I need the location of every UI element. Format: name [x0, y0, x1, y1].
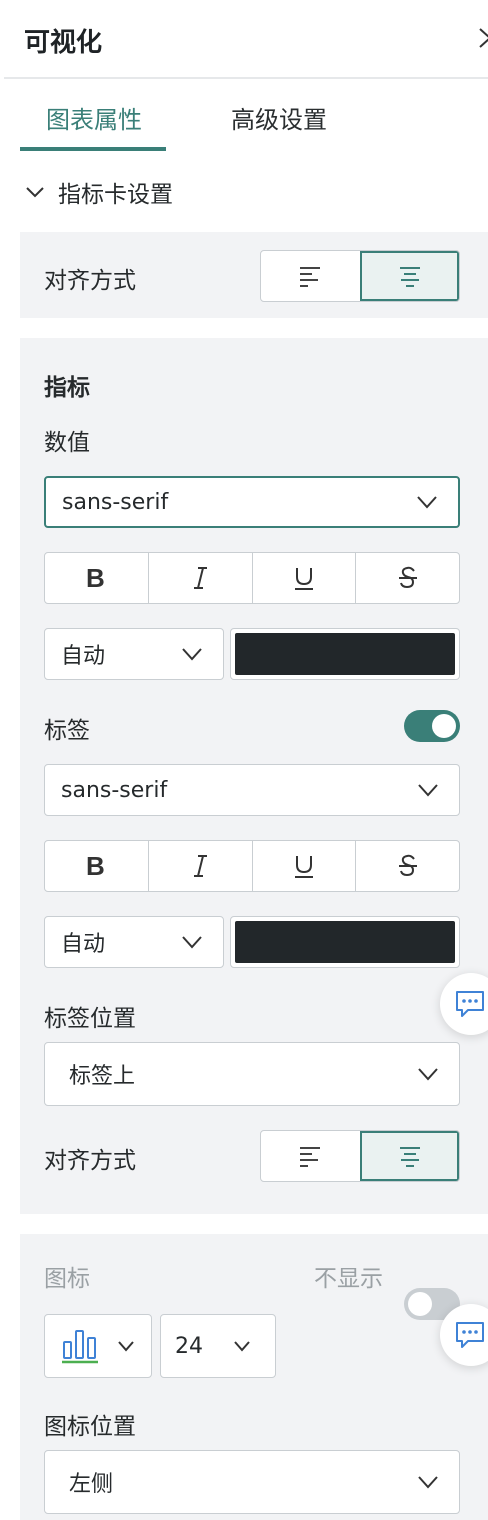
tag-font-value: sans-serif [61, 777, 168, 803]
chevron-down-icon [418, 1068, 438, 1081]
strikethrough-icon [398, 854, 417, 877]
icon-size-select[interactable]: 24 [160, 1314, 276, 1378]
align-center-button[interactable] [359, 1131, 459, 1181]
icon-position-label: 图标位置 [44, 1414, 136, 1440]
indicator-alignment-toggle [260, 1130, 460, 1182]
chat-icon [456, 991, 484, 1017]
tag-position-value: 标签上 [69, 1064, 136, 1089]
chevron-down-icon [26, 187, 44, 198]
value-label: 数值 [44, 430, 90, 456]
align-center-icon [399, 267, 420, 287]
tag-toggle[interactable] [404, 710, 460, 742]
close-icon [479, 28, 488, 48]
icon-size-value: 24 [175, 1333, 203, 1359]
icon-position-select[interactable]: 左侧 [44, 1450, 460, 1514]
value-color-picker[interactable] [230, 628, 460, 680]
strikethrough-button[interactable] [355, 553, 459, 603]
tag-label: 标签 [44, 718, 90, 744]
chevron-down-icon [234, 1341, 250, 1352]
icon-position-value: 左侧 [69, 1472, 114, 1497]
chat-icon [456, 1322, 484, 1348]
tab-chart-properties[interactable]: 图表属性 [46, 100, 142, 135]
tag-position-select[interactable]: 标签上 [44, 1042, 460, 1106]
value-size-value: 自动 [61, 644, 106, 669]
bold-button[interactable]: B [45, 841, 148, 891]
value-font-select[interactable]: sans-serif [44, 476, 460, 528]
underline-icon [294, 856, 313, 878]
align-left-icon [300, 1147, 321, 1167]
chevron-down-icon [417, 496, 437, 509]
underline-button[interactable] [251, 841, 356, 891]
tag-font-select[interactable]: sans-serif [44, 764, 460, 816]
chevron-down-icon [418, 784, 438, 797]
tag-color-picker[interactable] [230, 916, 460, 968]
indicator-title: 指标 [44, 375, 90, 401]
header-divider [4, 77, 488, 79]
tag-size-select[interactable]: 自动 [44, 916, 224, 968]
icon-type-select[interactable] [44, 1314, 152, 1378]
svg-text:B: B [86, 565, 105, 591]
bold-icon: B [86, 565, 105, 591]
strikethrough-button[interactable] [355, 841, 459, 891]
alignment-label: 对齐方式 [44, 268, 136, 294]
panel-title: 可视化 [24, 28, 103, 58]
align-center-icon [399, 1147, 420, 1167]
italic-button[interactable] [147, 841, 252, 891]
section-title: 指标卡设置 [58, 182, 173, 208]
align-left-button[interactable] [261, 251, 360, 301]
tag-size-value: 自动 [61, 932, 106, 957]
value-color-swatch [235, 633, 455, 675]
bold-button[interactable]: B [45, 553, 148, 603]
icon-section-title: 图标 [44, 1266, 90, 1292]
close-button[interactable] [474, 22, 488, 54]
tab-advanced-settings[interactable]: 高级设置 [231, 100, 327, 135]
italic-icon [194, 855, 208, 877]
value-font-value: sans-serif [62, 489, 169, 515]
tag-color-swatch [235, 921, 455, 963]
italic-icon [194, 567, 208, 589]
section-header-indicator-card[interactable]: 指标卡设置 [24, 176, 173, 208]
alignment-toggle [260, 250, 460, 302]
underline-icon [294, 568, 313, 590]
align-left-icon [300, 267, 321, 287]
value-size-select[interactable]: 自动 [44, 628, 224, 680]
toggle-knob [432, 714, 456, 738]
chevron-down-icon [418, 1476, 438, 1489]
tag-font-style-group: B [44, 840, 460, 892]
toggle-knob [408, 1292, 432, 1316]
tag-position-label: 标签位置 [44, 1006, 136, 1032]
align-left-button[interactable] [261, 1131, 360, 1181]
indicator-alignment-label: 对齐方式 [44, 1148, 136, 1174]
italic-button[interactable] [147, 553, 252, 603]
svg-text:B: B [86, 853, 105, 879]
align-center-button[interactable] [359, 251, 459, 301]
chevron-down-icon [182, 936, 202, 949]
bold-icon: B [86, 853, 105, 879]
value-font-style-group: B [44, 552, 460, 604]
icon-toggle-label: 不显示 [314, 1266, 383, 1292]
strikethrough-icon [398, 566, 417, 589]
chevron-down-icon [118, 1341, 134, 1352]
active-tab-indicator [20, 147, 166, 151]
chevron-down-icon [182, 648, 202, 661]
underline-button[interactable] [251, 553, 356, 603]
bar-chart-icon [62, 1330, 98, 1364]
